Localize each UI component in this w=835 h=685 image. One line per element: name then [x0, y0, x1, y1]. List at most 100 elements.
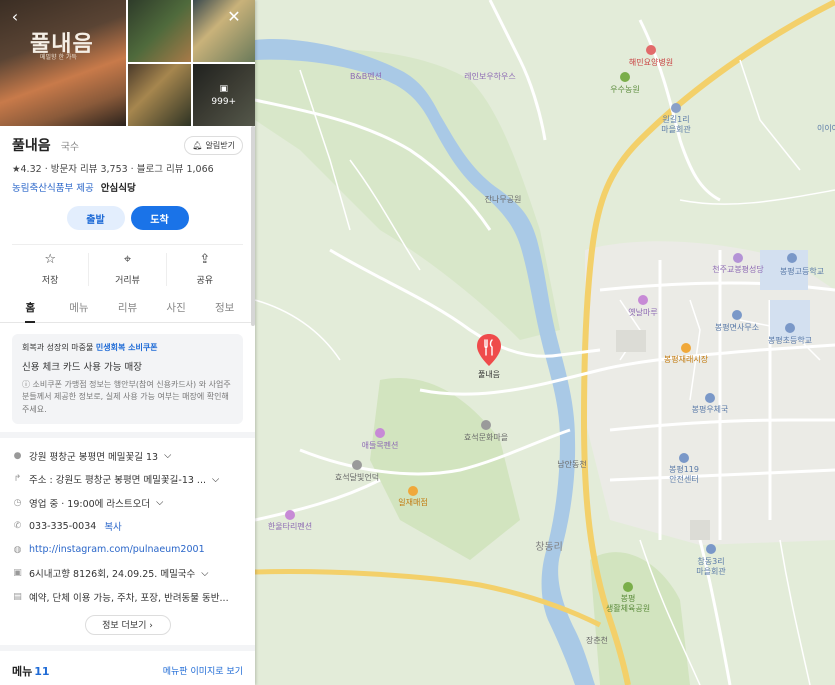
- tab-photos[interactable]: 사진: [152, 300, 201, 322]
- phone-row: ✆ 033-335-0034 복사: [13, 519, 122, 534]
- photo-gallery[interactable]: 풀내음 메밀향 한 가득 ▣ 999+ ‹ ✕: [0, 0, 255, 126]
- photo-thumb[interactable]: [128, 64, 191, 126]
- close-icon[interactable]: ✕: [225, 8, 243, 26]
- poi-market-icon[interactable]: [681, 343, 691, 353]
- map-label-target[interactable]: 풀내음: [478, 370, 500, 380]
- map-label-sample[interactable]: 남안동천: [557, 460, 586, 470]
- poi-meadow-icon[interactable]: [638, 295, 648, 305]
- map-label-cafe[interactable]: 애들목펜션: [362, 441, 399, 451]
- map-label-stream[interactable]: 장춘천: [586, 636, 608, 646]
- map-label-ilje[interactable]: 일재매점: [398, 498, 427, 508]
- building-icon: ▤: [13, 591, 22, 602]
- tab-info[interactable]: 정보: [200, 300, 249, 322]
- photo-logo-subtext: 메밀향 한 가득: [40, 54, 77, 61]
- map-label-house[interactable]: 효석달빛언덕: [335, 473, 379, 483]
- street-view-button[interactable]: ⌖ 거리뷰: [89, 252, 167, 286]
- tv-row[interactable]: ▣ 6시내고향 8126회, 24.09.25. 메밀국수 ⌵: [12, 562, 243, 586]
- map-label-post[interactable]: 봉평우체국: [692, 405, 729, 415]
- map-label-office[interactable]: 봉평면사무소: [715, 323, 759, 333]
- chevron-down-icon: ⌵: [164, 450, 172, 462]
- share-button[interactable]: ⇪ 공유: [167, 253, 243, 287]
- tab-home[interactable]: 홈: [6, 300, 55, 323]
- phone-icon: ✆: [13, 521, 22, 532]
- map-label-church[interactable]: 천주교봉평성당: [712, 265, 764, 275]
- panel-scrollbar[interactable]: [251, 126, 255, 326]
- menu-image-link[interactable]: 메뉴판 이미지로 보기: [163, 664, 243, 677]
- globe-icon: ◍: [13, 544, 22, 555]
- services-row[interactable]: ▤ 예약, 단체 이용 가능, 주차, 포장, 반려동물 동반...: [12, 585, 243, 609]
- action-bar: ☆ 저장 ⌖ 거리뷰 ⇪ 공유: [12, 244, 243, 286]
- tag-source[interactable]: 농림축산식품부 제공: [12, 183, 94, 194]
- tv-icon: ▣: [13, 568, 22, 579]
- map-label-school-elem[interactable]: 봉평초등학교: [768, 336, 812, 346]
- menu-count: 11: [34, 664, 50, 678]
- poi-house-icon[interactable]: [352, 460, 362, 470]
- poi-sports-icon[interactable]: [623, 582, 633, 592]
- road-address-row[interactable]: ↱ 주소 : 강원도 평창군 봉평면 메밀꽃길-13 ... ⌵: [12, 468, 243, 492]
- address-row[interactable]: ● 강원 평창군 봉평면 메밀꽃길 13 ⌵: [12, 444, 243, 468]
- tab-reviews[interactable]: 리뷰: [103, 300, 152, 322]
- save-button[interactable]: ☆ 저장: [12, 252, 90, 286]
- map-label-farm[interactable]: 우수농원: [610, 85, 639, 95]
- hours-row[interactable]: ◷ 영업 중 · 19:00에 라스트오더 ⌵: [12, 491, 243, 515]
- restaurant-pin-icon[interactable]: [476, 333, 502, 367]
- tab-bar: 홈 메뉴 리뷰 사진 정보: [0, 300, 255, 323]
- poi-office-icon[interactable]: [732, 310, 742, 320]
- poi-hotel-icon[interactable]: [285, 510, 295, 520]
- poi-school-high-icon[interactable]: [787, 253, 797, 263]
- more-info-button[interactable]: 정보 더보기 ›: [84, 614, 171, 635]
- copy-phone-link[interactable]: 복사: [104, 519, 121, 533]
- map-label-village3[interactable]: 창동3리 마을회관: [696, 557, 725, 576]
- photo-count: 999+: [211, 96, 237, 107]
- poi-cafe-icon[interactable]: [375, 428, 385, 438]
- place-category: 국수: [60, 142, 80, 153]
- poi-village3-icon[interactable]: [706, 544, 716, 554]
- map-label-school-high[interactable]: 봉평고등학교: [780, 267, 824, 277]
- photo-thumb[interactable]: [128, 0, 191, 62]
- chevron-down-icon: ⌵: [201, 567, 209, 579]
- coupon-highlight[interactable]: 민생회복 소비쿠폰: [96, 343, 158, 352]
- map-label-hotel[interactable]: 한울타리펜션: [268, 522, 312, 532]
- poi-ilje-icon[interactable]: [408, 486, 418, 496]
- poi-church-icon[interactable]: [733, 253, 743, 263]
- route-destination-button[interactable]: 도착: [130, 206, 189, 230]
- poi-fire-icon[interactable]: [679, 453, 689, 463]
- coupon-notice: 회복과 성장의 마중물 민생회복 소비쿠폰 신용 체크 카드 사용 가능 매장 …: [12, 334, 243, 425]
- map-label-bnb[interactable]: B&B펜션: [350, 72, 382, 82]
- route-start-button[interactable]: 출발: [66, 206, 125, 230]
- map-label-fire[interactable]: 봉평119 안전센터: [669, 465, 699, 484]
- map-label-village1[interactable]: 원길1리 마을회관: [661, 115, 690, 134]
- map-label-sports[interactable]: 봉평 생활체육공원: [606, 594, 650, 613]
- poi-school-elem-icon[interactable]: [785, 323, 795, 333]
- coupon-note: ⓘ 소비쿠폰 가맹점 정보는 행안부(참여 신용카드사) 와 사업주분들께서 제…: [22, 380, 231, 414]
- photo-thumb[interactable]: [192, 0, 255, 62]
- image-icon: ▣: [219, 83, 228, 94]
- photo-more[interactable]: ▣ 999+: [192, 64, 255, 126]
- place-name: 풀내음: [12, 138, 51, 154]
- map-label-nature[interactable]: 창동리: [535, 542, 563, 554]
- map-label-hospital[interactable]: 해민요양병원: [629, 58, 673, 68]
- star-outline-icon: ☆: [44, 252, 56, 267]
- location-pin-icon: ⌖: [123, 252, 132, 267]
- poi-cultural-icon[interactable]: [481, 420, 491, 430]
- map-label-meadow[interactable]: 옛날마루: [628, 308, 657, 318]
- poi-hospital-icon[interactable]: [646, 45, 656, 55]
- map-label-cultural[interactable]: 효석문화마을: [464, 433, 508, 443]
- poi-post-icon[interactable]: [705, 393, 715, 403]
- poi-farm-icon[interactable]: [620, 72, 630, 82]
- back-icon[interactable]: ‹: [6, 8, 24, 26]
- poi-village1-icon[interactable]: [671, 103, 681, 113]
- map-label-edge[interactable]: 이이어: [817, 124, 835, 134]
- menu-section-header: 메뉴 11 메뉴판 이미지로 보기: [0, 644, 255, 679]
- tag-badge: 안심식당: [100, 183, 136, 194]
- map-label-rainbow[interactable]: 레인보우하우스: [464, 72, 516, 82]
- menu-thumbnails: [0, 679, 255, 685]
- rating-summary: ★4.32 · 방문자 리뷰 3,753 · 블로그 리뷰 1,066: [12, 164, 214, 175]
- map-label-stream-park[interactable]: 잔나무공원: [485, 195, 522, 205]
- tab-menu[interactable]: 메뉴: [55, 300, 104, 322]
- chevron-down-icon: ⌵: [156, 497, 164, 509]
- notify-button[interactable]: 🔔︎ 알림받기: [184, 135, 243, 155]
- website-link[interactable]: http://instagram.com/pulnaeum2001: [29, 544, 205, 555]
- clock-icon: ◷: [13, 497, 22, 508]
- map-label-market[interactable]: 봉평재래시장: [664, 355, 708, 365]
